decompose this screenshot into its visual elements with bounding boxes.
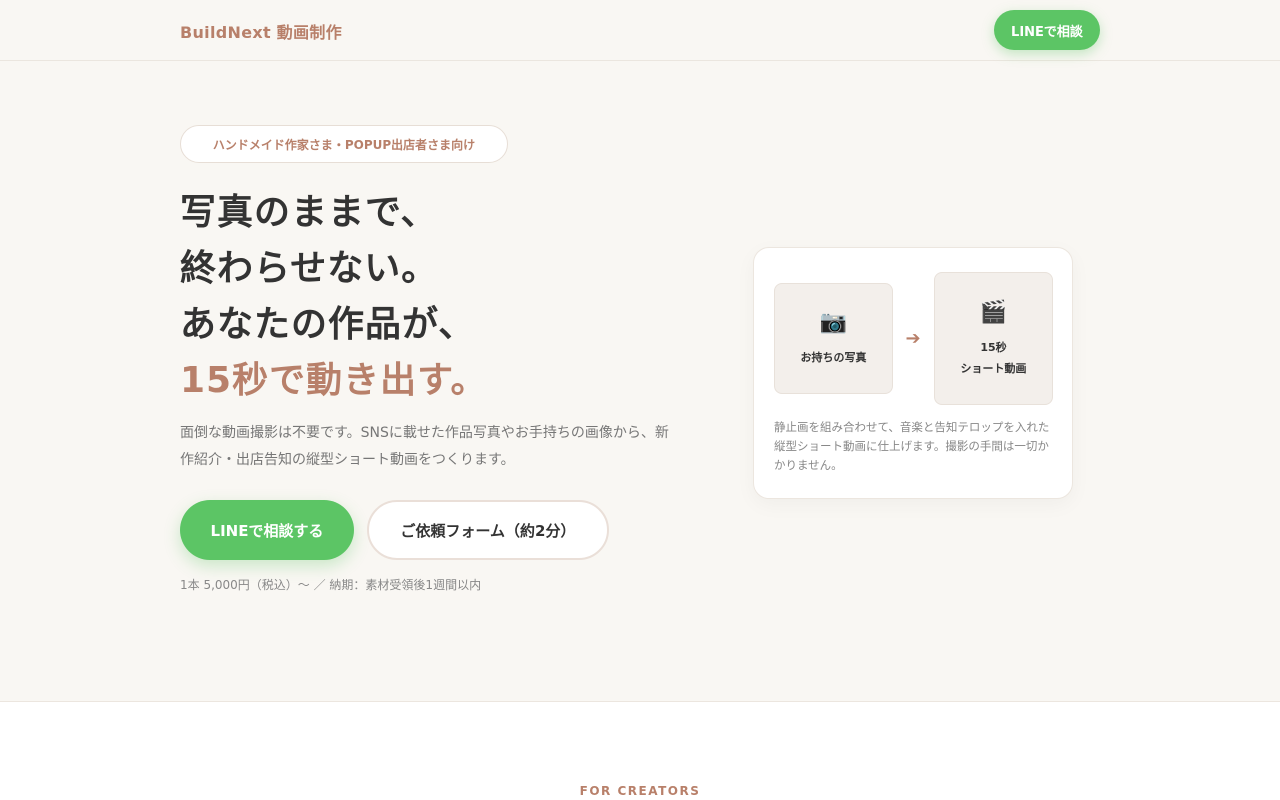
video-tile-label-1: 15秒 bbox=[980, 340, 1007, 354]
clapperboard-icon: 🎬 bbox=[979, 299, 1008, 325]
hero-title-line-2: 終わらせない。 bbox=[180, 248, 439, 289]
hero-title-accent: 15秒で動き出す。 bbox=[180, 360, 488, 401]
price-note: 1本 5,000円（税込）〜 ／ 納期：素材受領後1週間以内 bbox=[180, 578, 482, 592]
hero-lead: 面倒な動画撮影は不要です。SNSに載せた作品写真やお手持ちの画像から、新作紹介・… bbox=[180, 425, 669, 468]
arrow-right-icon: ➔ bbox=[905, 327, 921, 349]
site-header: BuildNext 動画制作 LINEで相談 bbox=[0, 0, 1280, 61]
request-form-button[interactable]: ご依頼フォーム（約2分） bbox=[367, 500, 609, 560]
hero-title-line-1: 写真のままで、 bbox=[180, 192, 438, 233]
video-tile: 🎬 15秒 ショート動画 bbox=[934, 272, 1053, 405]
camera-icon: 📷 bbox=[819, 310, 848, 335]
photo-tile: 📷 お持ちの写真 bbox=[774, 283, 893, 394]
hero-title: 写真のままで、 終わらせない。 あなたの作品が、 15秒で動き出す。 bbox=[180, 185, 700, 409]
brand-logo[interactable]: BuildNext 動画制作 bbox=[180, 19, 342, 43]
video-tile-label-2: ショート動画 bbox=[960, 361, 1027, 375]
creators-section: FOR CREATORS bbox=[0, 701, 1280, 800]
line-consult-button[interactable]: LINEで相談する bbox=[180, 500, 354, 560]
audience-badge: ハンドメイド作家さま・POPUP出店者さま向け bbox=[180, 125, 508, 163]
section-eyebrow: FOR CREATORS bbox=[579, 784, 701, 798]
before-after-card: 📷 お持ちの写真 ➔ 🎬 15秒 ショート動画 静止画を組み合わせて、音楽と告知… bbox=[753, 247, 1073, 499]
header-line-button[interactable]: LINEで相談 bbox=[994, 10, 1100, 50]
hero-title-line-3: あなたの作品が、 bbox=[180, 304, 476, 345]
card-description: 静止画を組み合わせて、音楽と告知テロップを入れた縦型ショート動画に仕上げます。撮… bbox=[774, 420, 1050, 472]
photo-tile-label: お持ちの写真 bbox=[800, 351, 867, 364]
